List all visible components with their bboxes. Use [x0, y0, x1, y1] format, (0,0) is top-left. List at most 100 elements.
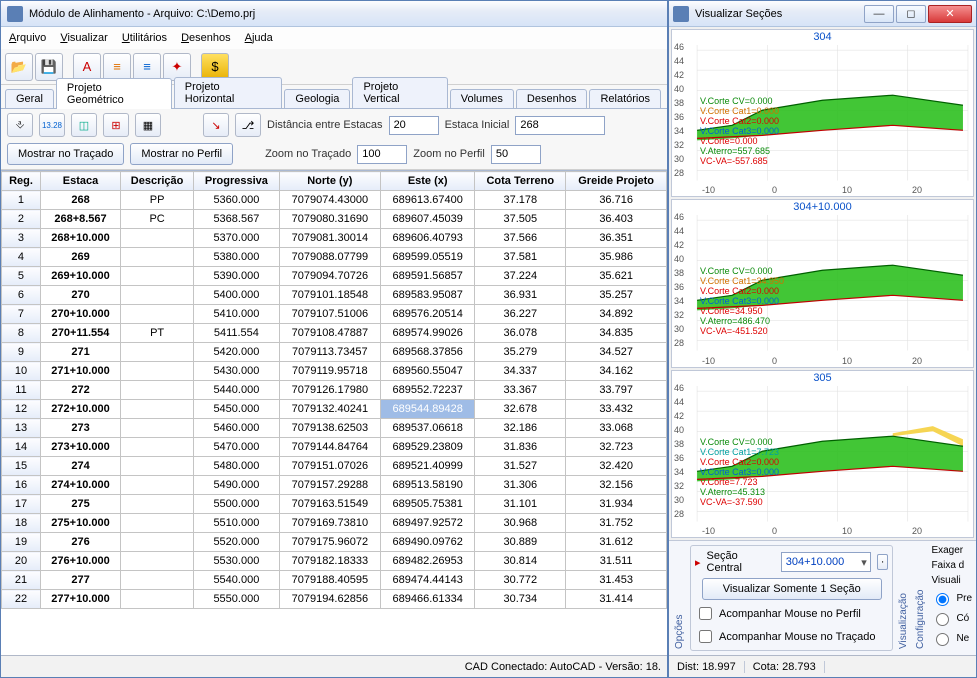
- cell-desc[interactable]: [121, 248, 194, 267]
- radio-co[interactable]: Có: [931, 610, 972, 626]
- cell-ex[interactable]: 689576.20514: [381, 305, 475, 324]
- cell-ex[interactable]: 689490.09762: [381, 533, 475, 552]
- tab-projeto-horizontal[interactable]: Projeto Horizontal: [174, 77, 283, 108]
- cell-desc[interactable]: [121, 495, 194, 514]
- cell-ct[interactable]: 33.367: [475, 381, 566, 400]
- cell-desc[interactable]: [121, 476, 194, 495]
- table-row[interactable]: 3268+10.0005370.0007079081.30014689606.4…: [2, 229, 667, 248]
- cell-n[interactable]: 13: [2, 419, 41, 438]
- cell-est[interactable]: 272+10.000: [40, 400, 120, 419]
- cell-ex[interactable]: 689552.72237: [381, 381, 475, 400]
- cell-est[interactable]: 272: [40, 381, 120, 400]
- table-row[interactable]: 212775540.0007079188.40595689474.4414330…: [2, 571, 667, 590]
- cell-prog[interactable]: 5450.000: [194, 400, 279, 419]
- cell-ex[interactable]: 689544.89428: [381, 400, 475, 419]
- column-header[interactable]: Este (x): [381, 172, 475, 191]
- cell-desc[interactable]: [121, 571, 194, 590]
- cell-prog[interactable]: 5520.000: [194, 533, 279, 552]
- cell-prog[interactable]: 5400.000: [194, 286, 279, 305]
- cell-gp[interactable]: 36.716: [566, 191, 667, 210]
- cell-ny[interactable]: 7079132.40241: [279, 400, 380, 419]
- cell-gp[interactable]: 35.621: [566, 267, 667, 286]
- cell-n[interactable]: 10: [2, 362, 41, 381]
- cell-ex[interactable]: 689606.40793: [381, 229, 475, 248]
- cell-n[interactable]: 16: [2, 476, 41, 495]
- section-chart[interactable]: 304 46444240383634323028-1001020V.Corte …: [671, 29, 974, 197]
- cell-ex[interactable]: 689574.99026: [381, 324, 475, 343]
- cell-n[interactable]: 17: [2, 495, 41, 514]
- cell-est[interactable]: 276: [40, 533, 120, 552]
- cell-ny[interactable]: 7079080.31690: [279, 210, 380, 229]
- tab-projeto-geometrico[interactable]: Projeto Geométrico: [56, 78, 172, 109]
- cell-ny[interactable]: 7079182.18333: [279, 552, 380, 571]
- cell-est[interactable]: 270: [40, 286, 120, 305]
- cell-n[interactable]: 5: [2, 267, 41, 286]
- cell-est[interactable]: 270+10.000: [40, 305, 120, 324]
- estaca-inicial-input[interactable]: [515, 116, 605, 135]
- cell-ny[interactable]: 7079194.62856: [279, 590, 380, 609]
- acomp-tracado-checkbox[interactable]: [699, 630, 712, 643]
- cell-ct[interactable]: 30.814: [475, 552, 566, 571]
- menu-desenhos[interactable]: Desenhos: [181, 32, 231, 44]
- cell-ct[interactable]: 32.678: [475, 400, 566, 419]
- cell-prog[interactable]: 5411.554: [194, 324, 279, 343]
- mostrar-perfil-button[interactable]: Mostrar no Perfil: [130, 143, 233, 165]
- secao-central-combo[interactable]: 304+10.000: [781, 552, 871, 572]
- table-row[interactable]: 62705400.0007079101.18548689583.9508736.…: [2, 286, 667, 305]
- acomp-perfil-checkbox[interactable]: [699, 607, 712, 620]
- cell-ct[interactable]: 37.505: [475, 210, 566, 229]
- cell-n[interactable]: 9: [2, 343, 41, 362]
- tab-relatorios[interactable]: Relatórios: [589, 89, 661, 108]
- cell-ct[interactable]: 31.527: [475, 457, 566, 476]
- cell-gp[interactable]: 31.612: [566, 533, 667, 552]
- cell-desc[interactable]: [121, 305, 194, 324]
- tab-projeto-vertical[interactable]: Projeto Vertical: [352, 77, 447, 108]
- mini-btn-1[interactable]: ⎀: [7, 113, 33, 137]
- cell-ex[interactable]: 689537.06618: [381, 419, 475, 438]
- cell-ny[interactable]: 7079126.17980: [279, 381, 380, 400]
- cell-n[interactable]: 18: [2, 514, 41, 533]
- table-row[interactable]: 16274+10.0005490.0007079157.29288689513.…: [2, 476, 667, 495]
- cell-ct[interactable]: 35.279: [475, 343, 566, 362]
- column-header[interactable]: Progressiva: [194, 172, 279, 191]
- cell-desc[interactable]: [121, 552, 194, 571]
- cell-ny[interactable]: 7079188.40595: [279, 571, 380, 590]
- zoom-perfil-input[interactable]: [491, 145, 541, 164]
- cell-n[interactable]: 2: [2, 210, 41, 229]
- cell-n[interactable]: 1: [2, 191, 41, 210]
- table-row[interactable]: 8270+11.554PT5411.5547079108.47887689574…: [2, 324, 667, 343]
- cell-ex[interactable]: 689521.40999: [381, 457, 475, 476]
- cell-ex[interactable]: 689568.37856: [381, 343, 475, 362]
- cell-gp[interactable]: 32.723: [566, 438, 667, 457]
- cell-est[interactable]: 274+10.000: [40, 476, 120, 495]
- cell-gp[interactable]: 33.797: [566, 381, 667, 400]
- cell-ex[interactable]: 689505.75381: [381, 495, 475, 514]
- cell-desc[interactable]: [121, 514, 194, 533]
- cell-n[interactable]: 21: [2, 571, 41, 590]
- cell-ex[interactable]: 689529.23809: [381, 438, 475, 457]
- cell-n[interactable]: 22: [2, 590, 41, 609]
- cell-prog[interactable]: 5480.000: [194, 457, 279, 476]
- table-row[interactable]: 20276+10.0005530.0007079182.18333689482.…: [2, 552, 667, 571]
- cell-ct[interactable]: 36.931: [475, 286, 566, 305]
- cell-est[interactable]: 270+11.554: [40, 324, 120, 343]
- table-row[interactable]: 192765520.0007079175.96072689490.0976230…: [2, 533, 667, 552]
- cell-desc[interactable]: [121, 381, 194, 400]
- mini-btn-6[interactable]: ↘: [203, 113, 229, 137]
- cell-desc[interactable]: PT: [121, 324, 194, 343]
- tool-list1[interactable]: ≡: [103, 53, 131, 81]
- column-header[interactable]: Estaca: [40, 172, 120, 191]
- cell-n[interactable]: 12: [2, 400, 41, 419]
- cell-n[interactable]: 19: [2, 533, 41, 552]
- cell-ct[interactable]: 30.772: [475, 571, 566, 590]
- cell-ny[interactable]: 7079081.30014: [279, 229, 380, 248]
- cell-ct[interactable]: 34.337: [475, 362, 566, 381]
- cell-n[interactable]: 8: [2, 324, 41, 343]
- cell-gp[interactable]: 33.068: [566, 419, 667, 438]
- table-row[interactable]: 5269+10.0005390.0007079094.70726689591.5…: [2, 267, 667, 286]
- cell-ct[interactable]: 31.101: [475, 495, 566, 514]
- table-row[interactable]: 172755500.0007079163.51549689505.7538131…: [2, 495, 667, 514]
- cell-desc[interactable]: PP: [121, 191, 194, 210]
- acomp-tracado-check[interactable]: Acompanhar Mouse no Traçado: [695, 627, 888, 646]
- tool-acad[interactable]: A: [73, 53, 101, 81]
